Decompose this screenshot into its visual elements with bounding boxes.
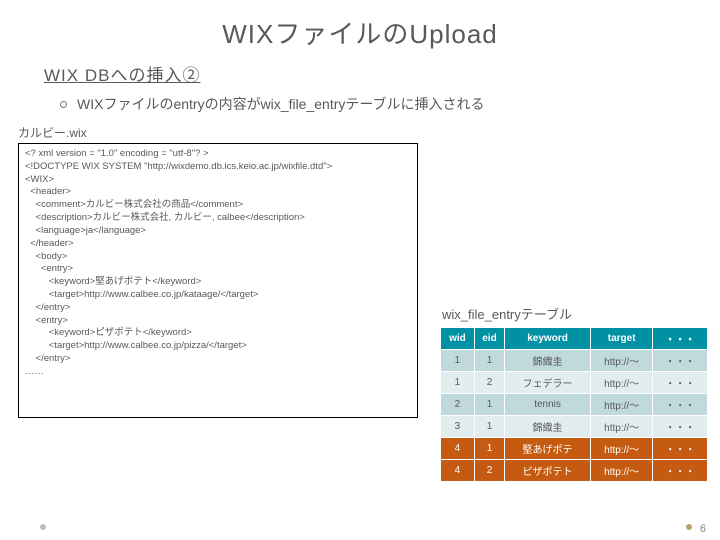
table-row: 31錦織圭http://～・・・ [441, 416, 708, 438]
table-cell: 1 [474, 416, 504, 438]
table-cell: ピザポテト [505, 460, 591, 482]
table-header-cell: target [590, 328, 652, 350]
table-header-cell: keyword [505, 328, 591, 350]
table-header-cell: ・・・ [653, 328, 708, 350]
table-cell: 2 [474, 372, 504, 394]
table-cell: http://～ [590, 416, 652, 438]
table-cell: 4 [441, 438, 475, 460]
table-cell: 錦織圭 [505, 350, 591, 372]
table-cell: 1 [474, 394, 504, 416]
table-cell: 2 [474, 460, 504, 482]
table-row: 41堅あげポテhttp://～・・・ [441, 438, 708, 460]
table-cell: ・・・ [653, 416, 708, 438]
table-cell: 4 [441, 460, 475, 482]
table-cell: http://～ [590, 438, 652, 460]
table-cell: 3 [441, 416, 475, 438]
section-subhead: WIX DBへの挿入② [44, 61, 720, 86]
table-row: 11錦織圭http://～・・・ [441, 350, 708, 372]
table-cell: 堅あげポテ [505, 438, 591, 460]
db-table-wrap: wix_file_entryテーブル wideidkeywordtarget・・… [440, 304, 708, 482]
table-cell: 1 [441, 372, 475, 394]
bullet-item: WIXファイルのentryの内容がwix_file_entryテーブルに挿入され… [60, 94, 720, 114]
table-cell: 1 [441, 350, 475, 372]
table-cell: ・・・ [653, 350, 708, 372]
table-cell: 錦織圭 [505, 416, 591, 438]
page-number: 6 [700, 523, 706, 535]
table-cell: フェデラー [505, 372, 591, 394]
table-row: 12フェデラーhttp://～・・・ [441, 372, 708, 394]
table-cell: 1 [474, 438, 504, 460]
page-title: WIXファイルのUpload [0, 0, 720, 61]
table-header-cell: wid [441, 328, 475, 350]
decorative-dot-icon [40, 524, 46, 530]
source-filename: カルビー.wix [18, 124, 720, 141]
table-row: 42ピザポテトhttp://～・・・ [441, 460, 708, 482]
table-cell: ・・・ [653, 372, 708, 394]
table-caption: wix_file_entryテーブル [440, 304, 708, 323]
table-cell: http://～ [590, 460, 652, 482]
table-cell: ・・・ [653, 438, 708, 460]
table-cell: ・・・ [653, 460, 708, 482]
page-number-dot-icon [686, 524, 692, 530]
table-cell: http://～ [590, 394, 652, 416]
table-row: 21tennishttp://～・・・ [441, 394, 708, 416]
wix-file-entry-table: wideidkeywordtarget・・・ 11錦織圭http://～・・・1… [440, 327, 708, 482]
table-cell: http://～ [590, 350, 652, 372]
table-cell: http://～ [590, 372, 652, 394]
table-cell: ・・・ [653, 394, 708, 416]
table-cell: 1 [474, 350, 504, 372]
bullet-text: WIXファイルのentryの内容がwix_file_entryテーブルに挿入され… [77, 94, 485, 114]
table-cell: 2 [441, 394, 475, 416]
table-cell: tennis [505, 394, 591, 416]
bullet-icon [60, 101, 67, 108]
xml-source-box: <? xml version = "1.0" encoding = "utf-8… [18, 143, 418, 418]
table-header-cell: eid [474, 328, 504, 350]
